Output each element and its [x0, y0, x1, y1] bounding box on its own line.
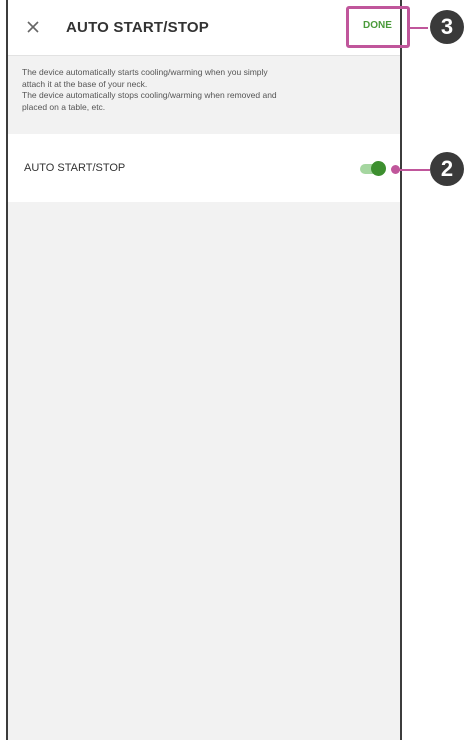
app-screen: AUTO START/STOP DONE The device automati… [6, 0, 402, 740]
toggle-callout-line [397, 169, 430, 171]
auto-start-stop-toggle[interactable] [360, 161, 386, 177]
top-bar: AUTO START/STOP DONE [8, 0, 400, 56]
page-title: AUTO START/STOP [66, 19, 210, 36]
description-line: attach it at the base of your neck. [22, 78, 148, 89]
close-icon[interactable] [22, 16, 44, 38]
setting-label: AUTO START/STOP [24, 162, 126, 174]
done-callout-badge: 3 [430, 10, 464, 44]
description-line: The device automatically stops cooling/w… [22, 90, 277, 100]
description-line: placed on a table, etc. [22, 101, 106, 112]
toggle-callout-badge: 2 [430, 152, 464, 186]
done-callout-line [410, 27, 428, 29]
done-callout-box [346, 6, 410, 48]
description-line: The device automatically starts cooling/… [22, 67, 268, 77]
auto-start-stop-row[interactable]: AUTO START/STOP [8, 134, 400, 202]
toggle-knob [371, 161, 386, 176]
description-text: The device automatically starts cooling/… [22, 67, 382, 113]
